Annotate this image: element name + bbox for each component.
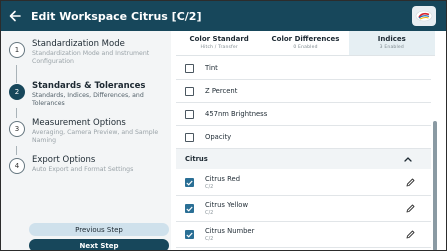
- list-item[interactable]: Citrus Yellow C/2: [176, 196, 431, 222]
- wizard-step-standards-tolerances[interactable]: 2 Standards & Tolerances Standards, Indi…: [9, 81, 169, 108]
- list-item[interactable]: Tint: [176, 57, 431, 80]
- step-description: Auto Export and Format Settings: [32, 166, 134, 173]
- index-checkbox[interactable]: [185, 86, 194, 96]
- tab-subtitle: Hitch / Transfer: [200, 45, 238, 50]
- step-description: Standards, Indices, Differences, and Tol…: [32, 92, 144, 107]
- list-item[interactable]: Citrus Red C/2: [176, 170, 431, 196]
- index-label: 457nm Brightness: [205, 110, 268, 118]
- index-checkbox[interactable]: [185, 109, 194, 119]
- wizard-step-measurement-options[interactable]: 3 Measurement Options Averaging, Camera …: [9, 118, 169, 145]
- index-label: Opacity: [205, 133, 232, 141]
- tab-label: Color Differences: [271, 35, 340, 43]
- index-label: Citrus Number: [205, 226, 255, 235]
- pencil-icon[interactable]: [405, 178, 415, 188]
- previous-step-button[interactable]: Previous Step: [29, 223, 169, 236]
- app-header: Edit Workspace Citrus [C/2]: [1, 1, 446, 31]
- indices-list: Tint Z Percent 457nm Brightness Opacity …: [176, 57, 431, 250]
- wizard-step-export-options[interactable]: 4 Export Options Auto Export and Format …: [9, 155, 169, 174]
- tab-subtitle: 0 Enabled: [293, 45, 318, 50]
- tab-color-differences[interactable]: Color Differences 0 Enabled: [262, 31, 349, 55]
- index-illuminant: C/2: [205, 209, 214, 216]
- tab-indices[interactable]: Indices 3 Enabled: [348, 31, 435, 55]
- step-title: Standardization Mode: [32, 39, 125, 49]
- next-step-button[interactable]: Next Step: [29, 239, 169, 250]
- wizard-sidebar: 1 Standardization Mode Standardization M…: [1, 31, 171, 250]
- index-label: Citrus Yellow: [205, 200, 249, 209]
- step-number-badge: 4: [9, 158, 25, 174]
- index-checkbox-checked[interactable]: [185, 230, 194, 239]
- index-checkbox-checked[interactable]: [185, 204, 194, 213]
- tab-color-standard[interactable]: Color Standard Hitch / Transfer: [176, 31, 263, 55]
- pencil-icon[interactable]: [405, 230, 415, 240]
- pencil-icon[interactable]: [405, 204, 415, 214]
- color-brand-logo-icon: [412, 6, 436, 26]
- step-number-badge: 2: [9, 84, 25, 100]
- step-number-badge: 3: [9, 121, 25, 137]
- wizard-step-standardization[interactable]: 1 Standardization Mode Standardization M…: [9, 39, 169, 66]
- list-item[interactable]: 457nm Brightness: [176, 103, 431, 126]
- step-title: Export Options: [32, 155, 96, 165]
- step-description: Standardization Mode and Instrument Conf…: [32, 50, 150, 65]
- chevron-up-icon[interactable]: [403, 154, 413, 164]
- list-item[interactable]: Z Percent: [176, 80, 431, 103]
- index-label: Z Percent: [205, 87, 238, 95]
- step-connector: [16, 108, 17, 118]
- arrow-left-icon[interactable]: [1, 1, 29, 31]
- scrollbar-thumb[interactable]: [433, 121, 437, 250]
- tab-subtitle: 3 Enabled: [379, 45, 404, 50]
- tab-label: Indices: [377, 35, 406, 43]
- citrus-group-header[interactable]: Citrus: [176, 149, 431, 169]
- app-window: Edit Workspace Citrus [C/2] 1 Standardiz…: [0, 0, 447, 251]
- index-checkbox[interactable]: [185, 63, 194, 73]
- index-illuminant: C/2: [205, 235, 214, 242]
- step-number-badge: 1: [9, 42, 25, 58]
- index-label: Citrus Red: [205, 174, 241, 183]
- step-description: Averaging, Camera Preview, and Sample Na…: [32, 129, 159, 144]
- tab-label: Color Standard: [189, 35, 249, 43]
- settings-tabs: Color Standard Hitch / Transfer Color Di…: [176, 31, 435, 56]
- index-checkbox-checked[interactable]: [185, 178, 194, 187]
- list-item[interactable]: Opacity: [176, 126, 431, 149]
- index-label: Tint: [205, 64, 218, 72]
- step-title: Standards & Tolerances: [32, 81, 146, 91]
- page-title: Edit Workspace Citrus [C/2]: [31, 9, 202, 23]
- step-title: Measurement Options: [32, 118, 126, 128]
- list-item[interactable]: Citrus Number C/2: [176, 222, 431, 248]
- index-checkbox[interactable]: [185, 132, 194, 142]
- index-illuminant: C/2: [205, 183, 214, 190]
- step-connector: [16, 146, 17, 155]
- group-title: Citrus: [185, 155, 208, 163]
